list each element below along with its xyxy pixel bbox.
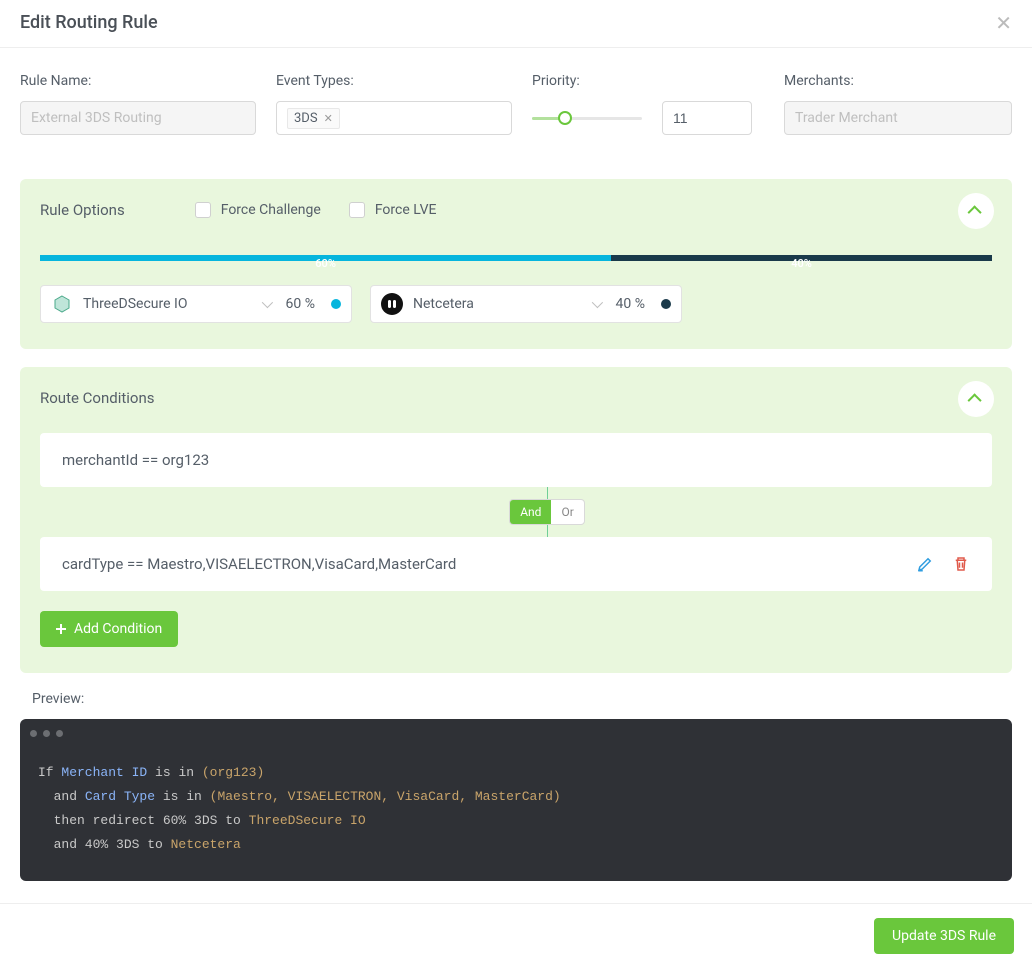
- chevron-up-icon: [968, 393, 982, 407]
- merchants-label: Merchants:: [784, 73, 1012, 89]
- modal-body: Rule Name: External 3DS Routing Event Ty…: [0, 48, 1032, 903]
- edit-routing-rule-modal: Edit Routing Rule ✕ Rule Name: External …: [0, 0, 1032, 968]
- condition-row[interactable]: cardType == Maestro,VISAELECTRON,VisaCar…: [40, 537, 992, 591]
- rule-options-panel: Rule Options Force Challenge Force LVE: [20, 179, 1012, 349]
- rule-name-input[interactable]: External 3DS Routing: [20, 101, 256, 135]
- distribution-segment-2: 40%: [611, 249, 992, 267]
- checkbox-icon: [349, 202, 365, 218]
- checkbox-group: Force Challenge Force LVE: [195, 202, 437, 218]
- code-titlebar: [20, 719, 1012, 747]
- tag-remove-icon[interactable]: ✕: [324, 112, 333, 125]
- modal-footer: Update 3DS Rule: [0, 903, 1032, 968]
- add-condition-button[interactable]: Add Condition: [40, 611, 178, 647]
- chevron-down-icon: [591, 297, 602, 308]
- modal-title: Edit Routing Rule: [20, 12, 158, 33]
- preview-label: Preview:: [32, 691, 1012, 707]
- form-top-row: Rule Name: External 3DS Routing Event Ty…: [20, 73, 1012, 135]
- condition-connector: And Or: [102, 487, 992, 537]
- modal-header: Edit Routing Rule ✕: [0, 0, 1032, 48]
- and-button[interactable]: And: [510, 500, 551, 524]
- rule-options-title: Rule Options: [40, 201, 125, 219]
- provider-color-dot: [331, 299, 341, 309]
- event-types-label: Event Types:: [276, 73, 512, 89]
- event-type-tag: 3DS ✕: [287, 108, 340, 129]
- checkbox-icon: [195, 202, 211, 218]
- priority-field: Priority:: [532, 73, 764, 135]
- route-conditions-title: Route Conditions: [40, 389, 992, 407]
- provider-card-threedsecure[interactable]: ThreeDSecure IO 60 %: [40, 285, 352, 323]
- route-conditions-panel: Route Conditions merchantId == org123 An…: [20, 367, 1012, 673]
- edit-icon[interactable]: [916, 555, 934, 573]
- provider-icon: [51, 293, 73, 315]
- plus-icon: [56, 624, 66, 634]
- distribution-segment-1: 60%: [40, 249, 611, 267]
- window-dot-icon: [43, 730, 50, 737]
- merchants-input[interactable]: Trader Merchant: [784, 101, 1012, 135]
- or-button[interactable]: Or: [551, 500, 583, 524]
- force-lve-checkbox[interactable]: Force LVE: [349, 202, 437, 218]
- merchants-field: Merchants: Trader Merchant: [784, 73, 1012, 135]
- slider-knob[interactable]: [558, 111, 572, 125]
- provider-card-netcetera[interactable]: Netcetera 40 %: [370, 285, 682, 323]
- window-dot-icon: [56, 730, 63, 737]
- condition-row[interactable]: merchantId == org123: [40, 433, 992, 487]
- update-rule-button[interactable]: Update 3DS Rule: [874, 918, 1014, 954]
- provider-row: ThreeDSecure IO 60 % Netcetera 40 %: [40, 285, 992, 323]
- rule-name-label: Rule Name:: [20, 73, 256, 89]
- provider-color-dot: [661, 299, 671, 309]
- event-types-field: Event Types: 3DS ✕: [276, 73, 512, 135]
- preview-code: If Merchant ID is in (org123) and Card T…: [20, 719, 1012, 881]
- code-body: If Merchant ID is in (org123) and Card T…: [20, 747, 1012, 881]
- force-challenge-checkbox[interactable]: Force Challenge: [195, 202, 321, 218]
- condition-actions: [916, 555, 970, 573]
- delete-icon[interactable]: [952, 555, 970, 573]
- distribution-bar: 60% 40%: [40, 249, 992, 267]
- provider-icon: [381, 293, 403, 315]
- priority-input[interactable]: [662, 101, 752, 135]
- chevron-down-icon: [261, 297, 272, 308]
- window-dot-icon: [30, 730, 37, 737]
- collapse-button[interactable]: [958, 381, 994, 417]
- collapse-button[interactable]: [958, 193, 994, 229]
- and-or-toggle[interactable]: And Or: [509, 499, 585, 525]
- priority-slider[interactable]: [532, 101, 642, 135]
- rule-name-field: Rule Name: External 3DS Routing: [20, 73, 256, 135]
- chevron-up-icon: [968, 205, 982, 219]
- event-types-input[interactable]: 3DS ✕: [276, 101, 512, 135]
- close-icon[interactable]: ✕: [995, 13, 1012, 33]
- priority-label: Priority:: [532, 73, 764, 89]
